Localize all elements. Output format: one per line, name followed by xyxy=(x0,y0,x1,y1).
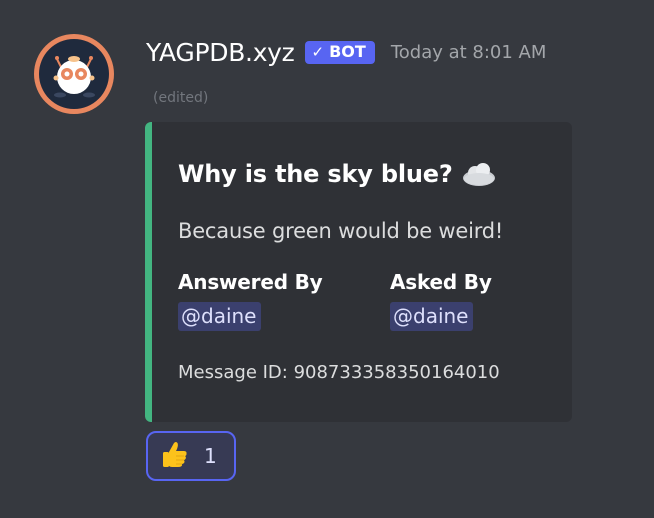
embed-title-text: Why is the sky blue? xyxy=(178,160,453,188)
user-mention[interactable]: @daine xyxy=(390,302,473,331)
field-name: Answered By xyxy=(178,270,323,294)
bot-badge-label: BOT xyxy=(329,42,366,61)
embed-field-answered-by: Answered By @daine xyxy=(178,270,323,331)
embed-title: Why is the sky blue? xyxy=(178,160,497,188)
message-timestamp[interactable]: Today at 8:01 AM xyxy=(391,42,547,63)
bot-badge: ✓ BOT xyxy=(304,40,375,64)
embed-card: Why is the sky blue? Because green would… xyxy=(145,122,572,422)
field-name: Asked By xyxy=(390,270,492,294)
author-name[interactable]: YAGPDB.xyz xyxy=(146,38,295,67)
message-header: YAGPDB.xyz ✓ BOT Today at 8:01 AM xyxy=(146,30,546,74)
embed-footer: Message ID: 908733358350164010 xyxy=(178,362,500,383)
chat-message: YAGPDB.xyz ✓ BOT Today at 8:01 AM (edite… xyxy=(0,0,654,518)
reaction-thumbs-up[interactable]: 1 xyxy=(146,431,236,481)
user-mention[interactable]: @daine xyxy=(178,302,261,331)
cloud-icon xyxy=(461,161,497,187)
robot-avatar-icon xyxy=(39,39,109,109)
avatar[interactable] xyxy=(34,34,114,114)
embed-field-asked-by: Asked By @daine xyxy=(390,270,492,331)
thumbs-up-icon xyxy=(160,439,190,473)
embed-accent-bar xyxy=(145,122,152,422)
embed-description: Because green would be weird! xyxy=(178,219,504,243)
reaction-count: 1 xyxy=(204,444,217,468)
checkmark-icon: ✓ xyxy=(311,42,325,61)
edited-label: (edited) xyxy=(153,90,209,106)
